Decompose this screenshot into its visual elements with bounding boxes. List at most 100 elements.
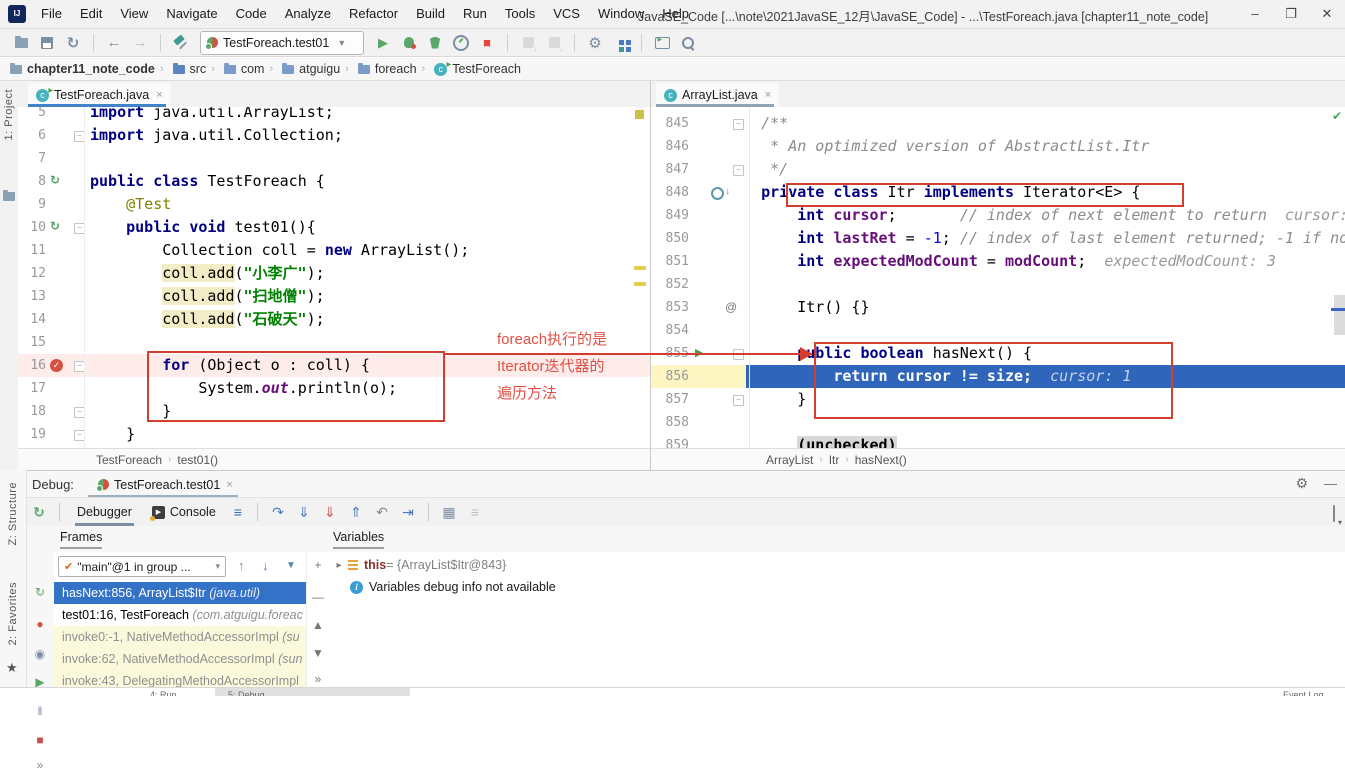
status-item[interactable]: Event Log [1283, 690, 1324, 696]
code-line-19[interactable]: 19− } [18, 423, 650, 446]
line-number[interactable]: 7 [18, 147, 46, 170]
breadcrumb-item-TestForeach[interactable]: cTestForeach [434, 59, 521, 76]
variables-header[interactable]: Variables [333, 530, 385, 549]
line-number[interactable]: 19 [18, 423, 46, 446]
breadcrumb-item-src[interactable]: src › [172, 62, 220, 76]
menu-item-view[interactable]: View [111, 0, 157, 27]
search-icon[interactable] [677, 32, 699, 54]
line-number[interactable]: 18 [18, 400, 46, 423]
breadcrumb-item-atguigu[interactable]: atguigu › [282, 62, 354, 76]
code-line-854[interactable]: 854 [651, 319, 1345, 342]
close-tab-icon[interactable]: × [765, 89, 771, 101]
step-out-icon[interactable]: ⇑ [344, 501, 368, 523]
show-execution-point-icon[interactable]: ◉ [30, 644, 50, 664]
hammer-icon[interactable] [170, 32, 192, 54]
line-number[interactable]: 14 [18, 308, 46, 331]
wrench-icon[interactable]: ⚙ [584, 32, 606, 54]
view-breakpoints-red-icon[interactable]: ● [30, 614, 50, 634]
tab-debugger[interactable]: Debugger [67, 498, 142, 526]
settings-gear-icon[interactable]: ⚙ [1295, 475, 1308, 492]
add-watch-icon[interactable]: + [310, 558, 326, 572]
frame-row-2[interactable]: invoke0:-1, NativeMethodAccessorImpl (su [54, 626, 306, 648]
line-number[interactable]: 16 [18, 354, 46, 377]
inspection-warning-indicator[interactable] [635, 110, 644, 119]
line-number[interactable]: 9 [18, 193, 46, 216]
run-configuration-select[interactable]: TestForeach.test01 ▼ [200, 30, 364, 55]
implements-icon[interactable] [711, 186, 730, 200]
run-icon[interactable]: ▶ [372, 32, 394, 54]
runwin-icon[interactable] [651, 32, 673, 54]
code-line-7[interactable]: 7 [18, 147, 650, 170]
breakpoint-icon[interactable]: ✓ [50, 359, 63, 372]
drop-frame-icon[interactable]: ↶ [370, 501, 394, 523]
editor-breadcrumb-item[interactable]: test01() [177, 453, 218, 467]
editor-breadcrumb-item[interactable]: hasNext() [855, 453, 907, 467]
run-to-cursor-icon[interactable]: ⇥ [396, 501, 420, 523]
run-method-icon[interactable]: ↻ [50, 219, 60, 233]
code-line-12[interactable]: 12 coll.add("小李广"); [18, 262, 650, 285]
line-number[interactable]: 848 [651, 181, 689, 204]
code-line-853[interactable]: 853 @ Itr() {} [651, 296, 1345, 319]
stripe-mark[interactable] [634, 266, 646, 270]
tab-console[interactable]: ▶ Console [142, 498, 226, 526]
line-number[interactable]: 849 [651, 204, 689, 227]
step-over-icon[interactable]: ↷ [266, 501, 290, 523]
frame-row-0[interactable]: hasNext:856, ArrayList$Itr (java.util) [54, 582, 306, 604]
code-line-13[interactable]: 13 coll.add("扫地僧"); [18, 285, 650, 308]
favorites-star-icon[interactable]: ★ [6, 660, 18, 676]
stripe-mark[interactable] [634, 282, 646, 286]
menu-item-build[interactable]: Build [407, 0, 454, 27]
menu-item-navigate[interactable]: Navigate [157, 0, 226, 27]
stop-icon[interactable]: ■ [30, 730, 50, 750]
line-number[interactable]: 6 [18, 124, 46, 147]
editor-breadcrumb-item[interactable]: Itr [829, 453, 840, 467]
run-method-icon[interactable]: ↻ [50, 173, 60, 187]
frame-up-icon[interactable]: ↑ [238, 558, 245, 573]
menu-item-code[interactable]: Code [227, 0, 276, 27]
code-line-11[interactable]: 11 Collection coll = new ArrayList(); [18, 239, 650, 262]
line-number[interactable]: 853 [651, 296, 689, 319]
code-line-10[interactable]: 10 ↻ − public void test01(){ [18, 216, 650, 239]
filter-funnel-icon[interactable]: ▼ [286, 560, 296, 571]
rerun-icon[interactable]: ↻ [30, 582, 50, 602]
hide-panel-icon[interactable]: — [1324, 476, 1337, 491]
frame-row-1[interactable]: test01:16, TestForeach (com.atguigu.fore… [54, 604, 306, 626]
rerun-icon[interactable]: ↻ [27, 501, 51, 523]
code-line-6[interactable]: 6− import java.util.Collection; [18, 124, 650, 147]
more-icon[interactable]: » [310, 672, 326, 686]
step-into-icon[interactable]: ⇓ [292, 501, 316, 523]
open-icon[interactable] [10, 32, 32, 54]
view-breakpoints-icon[interactable]: ▦ [437, 501, 461, 523]
variable-this-row[interactable]: ▸ this = {ArrayList$Itr@843} [328, 554, 1345, 576]
code-line-851[interactable]: 851 int expectedModCount = modCount; exp… [651, 250, 1345, 273]
status-item[interactable]: 5: Debug [228, 690, 265, 696]
structure-tool-button[interactable]: Z: Structure [7, 482, 19, 545]
line-number[interactable]: 858 [651, 411, 689, 434]
code-line-845[interactable]: 845− /** [651, 112, 1345, 135]
restore-layout-icon[interactable] [1333, 505, 1335, 522]
line-number[interactable]: 12 [18, 262, 46, 285]
frame-row-4[interactable]: invoke:43, DelegatingMethodAccessorImpl [54, 670, 306, 688]
code-line-5[interactable]: 5 import java.util.ArrayList; [18, 107, 650, 124]
line-number[interactable]: 13 [18, 285, 46, 308]
pause-icon[interactable]: ‖ [30, 701, 50, 721]
thread-selector[interactable]: ✔ "main"@1 in group ... ▾ [58, 556, 226, 577]
line-number[interactable]: 854 [651, 319, 689, 342]
scroll-up-icon[interactable]: ▲ [310, 618, 326, 632]
status-item[interactable]: 4: Run [150, 690, 177, 696]
mute-breakpoints-icon[interactable]: ≡ [463, 501, 487, 523]
maximize-button[interactable]: ❐ [1273, 0, 1309, 27]
code-line-852[interactable]: 852 [651, 273, 1345, 296]
attach1-icon[interactable] [517, 32, 539, 54]
stop-icon[interactable]: ■ [476, 32, 498, 54]
menu-item-edit[interactable]: Edit [71, 0, 111, 27]
code-line-850[interactable]: 850 int lastRet = -1; // index of last e… [651, 227, 1345, 250]
frame-down-icon[interactable]: ↓ [262, 558, 269, 573]
code-line-846[interactable]: 846 * An optimized version of AbstractLi… [651, 135, 1345, 158]
code-line-859[interactable]: 859 (unchecked) [651, 434, 1345, 449]
code-line-849[interactable]: 849 int cursor; // index of next element… [651, 204, 1345, 227]
minimize-button[interactable]: – [1237, 0, 1273, 27]
scrollbar-thumb[interactable] [1334, 295, 1345, 335]
more-icon[interactable]: » [30, 755, 50, 775]
profiler-icon[interactable] [450, 32, 472, 54]
